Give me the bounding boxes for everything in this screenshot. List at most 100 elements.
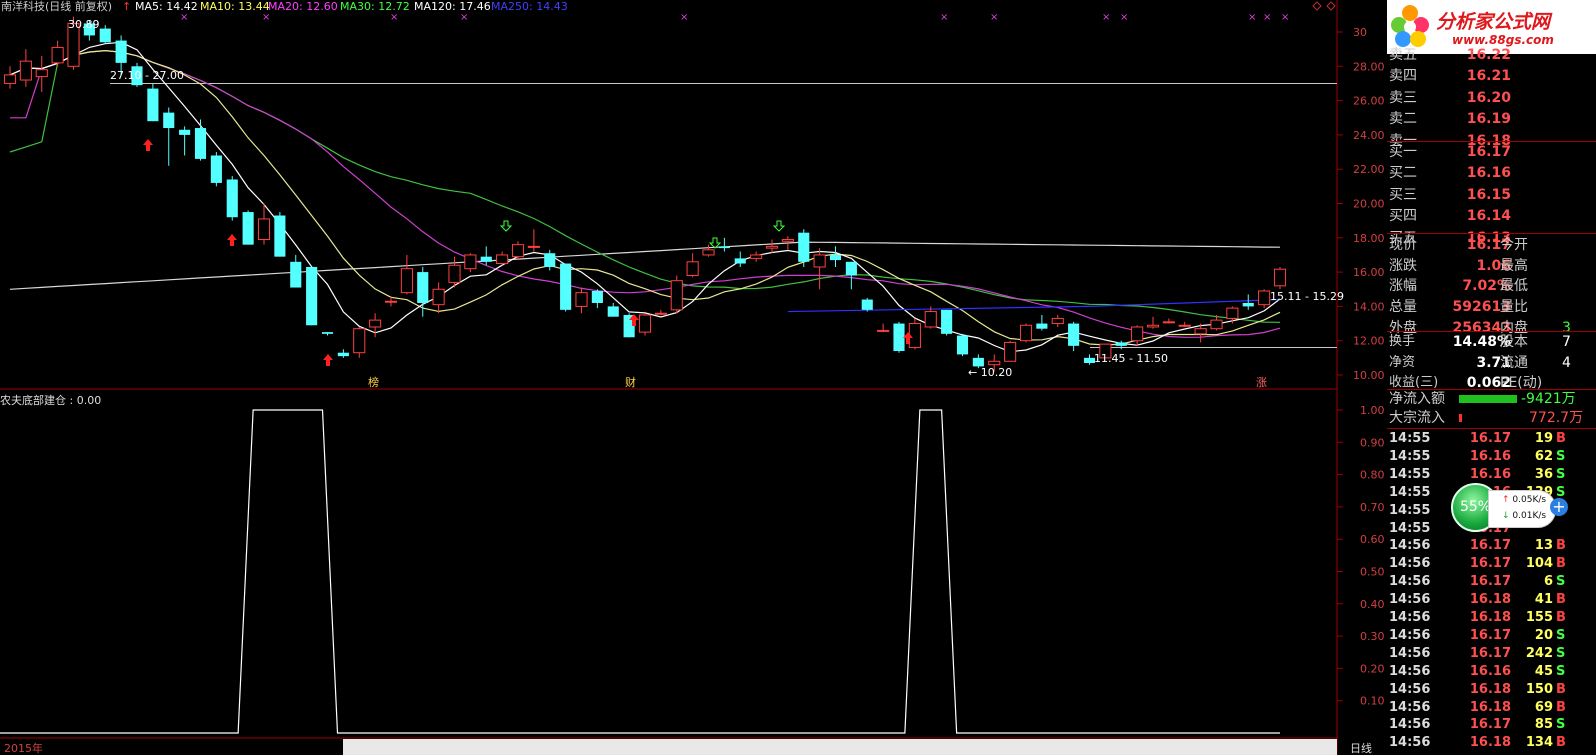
tick-direction: B xyxy=(1556,681,1566,697)
stat-label: 现价 xyxy=(1389,237,1417,253)
candle-down xyxy=(290,261,302,288)
candle-down xyxy=(99,28,111,43)
tick-volume: 85 xyxy=(1534,717,1553,733)
candle-down xyxy=(941,309,953,334)
candle-down xyxy=(1036,323,1048,329)
block-inflow-value: 772.7万 xyxy=(1529,410,1584,426)
x-marker: × xyxy=(990,12,998,23)
tick-time: 14:55 xyxy=(1389,502,1431,518)
stat-label-2: 流通 xyxy=(1500,354,1528,371)
candle-down xyxy=(147,88,159,122)
chart-title: 南洋科技(日线 前复权) xyxy=(1,0,113,13)
x-marker: × xyxy=(460,12,468,23)
candle-up xyxy=(877,329,890,332)
ma-legend-item: MA120: 17.46 xyxy=(414,0,491,13)
indicator-tick-label: 0.80 xyxy=(1360,469,1385,482)
candle-down xyxy=(321,332,334,334)
bottom-year-label: 2015年 xyxy=(4,741,43,755)
stat-label-2: 股本 xyxy=(1500,334,1528,350)
tick-time: 14:56 xyxy=(1389,610,1431,625)
candle-down xyxy=(845,261,857,276)
candle-up xyxy=(384,300,398,303)
candle-up xyxy=(1273,268,1287,287)
sell-price: 16.22 xyxy=(1466,47,1511,63)
candle-up xyxy=(1210,319,1223,330)
tick-price: 16.16 xyxy=(1469,466,1511,482)
candle-up xyxy=(1131,326,1144,342)
tick-volume: 134 xyxy=(1525,735,1553,751)
flower-logo-icon xyxy=(1391,5,1429,47)
stat-label: 换手 xyxy=(1389,334,1416,349)
buy-price: 16.16 xyxy=(1466,165,1511,182)
horizontal-scrollbar[interactable] xyxy=(343,739,1337,755)
candle-down xyxy=(337,352,349,357)
indicator-tick-label: 0.20 xyxy=(1360,662,1385,675)
candle-up xyxy=(750,254,763,259)
buy-label: 买三 xyxy=(1389,186,1417,203)
kline-chart[interactable]: 30 28.00 26.00 24.00 22.00 20.00 18.00 16.00 14.… xyxy=(0,0,1596,755)
candle-down xyxy=(480,256,492,262)
candle-up xyxy=(686,261,699,277)
tick-volume: 242 xyxy=(1525,645,1553,661)
candle-up xyxy=(1146,324,1160,328)
stat-label: 净资 xyxy=(1389,354,1416,370)
buy-price: 16.15 xyxy=(1466,186,1511,203)
candle-up xyxy=(51,46,64,64)
sell-price: 16.21 xyxy=(1466,68,1511,85)
sell-arrow-icon xyxy=(772,220,786,232)
ma120-line xyxy=(9,241,1281,290)
stat-label-2: 量比 xyxy=(1500,299,1528,316)
tick-direction: B xyxy=(1556,538,1566,554)
candle-down xyxy=(607,306,619,317)
divider xyxy=(1387,428,1596,429)
range-annotation-right: 15.11 - 15.29 xyxy=(1270,290,1344,303)
candle-down xyxy=(194,128,207,159)
stat-value-2: 7 xyxy=(1562,334,1571,350)
candle-down xyxy=(956,335,969,355)
candle-up xyxy=(353,328,366,354)
plus-icon[interactable]: + xyxy=(1550,498,1568,516)
tick-volume: 62 xyxy=(1534,448,1553,464)
sell-label: 卖四 xyxy=(1389,68,1417,85)
tick-time: 14:56 xyxy=(1389,556,1431,572)
ma-arrow-icon: ↑ xyxy=(122,0,132,13)
divider xyxy=(1387,331,1596,332)
candle-up xyxy=(511,244,525,258)
net-inflow-row: 净流入额 -9421万 xyxy=(1387,390,1596,408)
candle-up xyxy=(654,312,667,315)
tick-direction: S xyxy=(1556,627,1566,643)
candle-up xyxy=(1226,307,1239,319)
candle-up xyxy=(765,245,779,249)
candle-up xyxy=(575,292,588,307)
candle-up xyxy=(1019,324,1033,342)
candle-up xyxy=(908,323,921,349)
net-inflow-value: -9421万 xyxy=(1521,391,1576,407)
candle-up xyxy=(1162,321,1175,324)
tick-price: 16.16 xyxy=(1469,663,1511,679)
price-tick-label: 18.00 xyxy=(1353,232,1385,245)
candle-up xyxy=(448,264,461,283)
sell-price: 16.19 xyxy=(1466,111,1511,128)
tick-volume: 104 xyxy=(1525,556,1553,572)
candle-down xyxy=(1242,302,1254,307)
candle-up xyxy=(702,249,715,256)
candle-up xyxy=(813,254,826,268)
candle-down xyxy=(210,155,222,183)
candle-up xyxy=(496,254,509,265)
tick-volume: 36 xyxy=(1534,466,1553,482)
price-tick-label: 14.00 xyxy=(1353,300,1385,313)
stat-label-2: 最高 xyxy=(1500,257,1528,274)
tick-time: 14:56 xyxy=(1389,645,1431,661)
tick-volume: 69 xyxy=(1534,699,1553,715)
tick-price: 16.18 xyxy=(1469,592,1511,608)
candle-up xyxy=(1051,317,1064,325)
tick-direction: B xyxy=(1556,592,1566,608)
tick-direction: B xyxy=(1556,431,1566,446)
tick-time: 14:56 xyxy=(1389,735,1431,751)
tick-direction: S xyxy=(1556,663,1566,679)
logo-url: www.88gs.com xyxy=(1452,33,1554,47)
tick-volume: 150 xyxy=(1525,681,1553,697)
candle-down xyxy=(893,323,905,351)
tick-time: 14:55 xyxy=(1389,448,1431,464)
tick-price: 16.18 xyxy=(1469,735,1511,751)
